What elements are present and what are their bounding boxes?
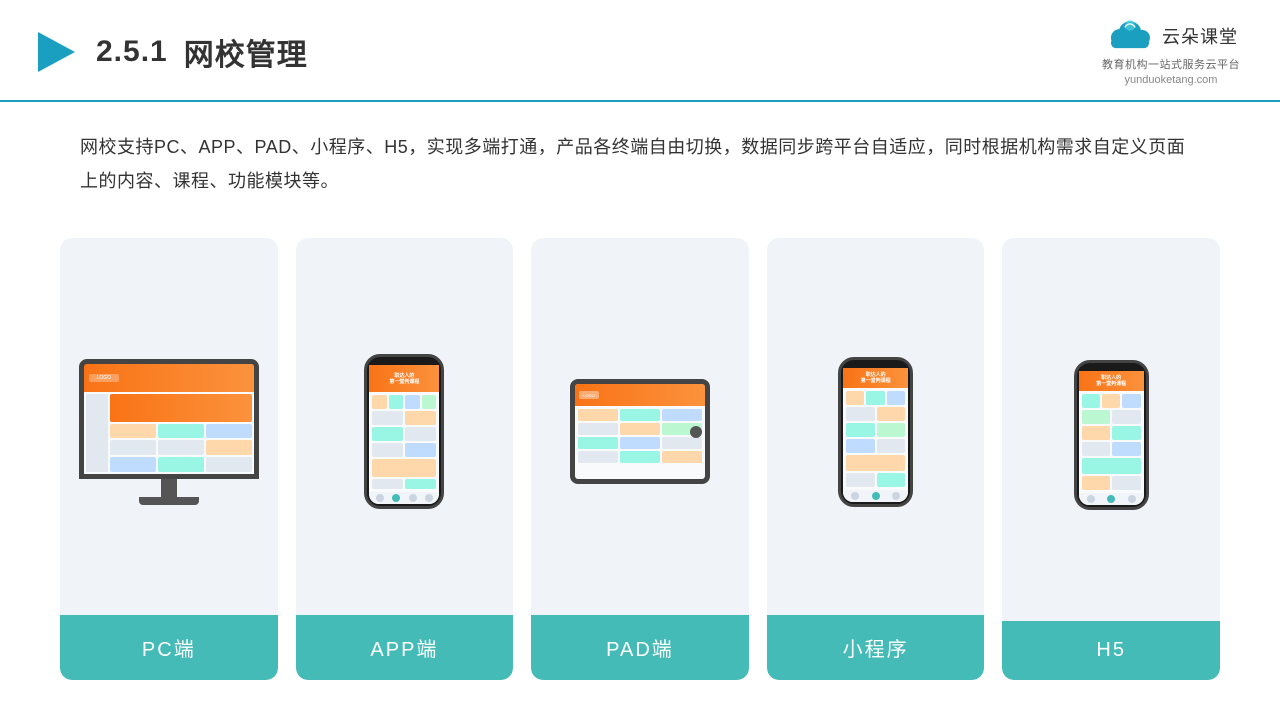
page-title: 2.5.1	[96, 35, 168, 69]
header: 2.5.1 网校管理 云朵课堂 教育机构一站式服务云平台 yunduoketan…	[0, 0, 1280, 102]
monitor-screen: LOGO	[84, 364, 254, 474]
brand-name: 云朵课堂	[1162, 23, 1238, 49]
miniprogram-label: 小程序	[767, 615, 985, 680]
page-title-cn: 网校管理	[184, 30, 308, 74]
description-section: 网校支持PC、APP、PAD、小程序、H5，实现多端打通，产品各终端自由切换，数…	[0, 102, 1280, 208]
brand-logo: 云朵课堂	[1104, 18, 1238, 54]
card-pc: LOGO	[60, 238, 278, 680]
header-left: 2.5.1 网校管理	[30, 27, 308, 77]
logo-arrow-icon	[30, 27, 80, 77]
cloud-icon	[1104, 18, 1156, 54]
brand-area: 云朵课堂 教育机构一站式服务云平台 yunduoketang.com	[1102, 18, 1240, 86]
app-image-area: 职达人的第一堂判课程	[296, 238, 514, 615]
monitor: LOGO	[79, 359, 259, 479]
pc-label: PC端	[60, 615, 278, 680]
description-text: 网校支持PC、APP、PAD、小程序、H5，实现多端打通，产品各终端自由切换，数…	[80, 130, 1200, 198]
page-container: 2.5.1 网校管理 云朵课堂 教育机构一站式服务云平台 yunduoketan…	[0, 0, 1280, 720]
app-label: APP端	[296, 615, 514, 680]
pad-label: PAD端	[531, 615, 749, 680]
phone-mockup-mini: 职达人的第一堂判课程	[838, 357, 913, 507]
phone-mockup-h5: 职达人的第一堂判课程	[1074, 360, 1149, 510]
brand-url: yunduoketang.com	[1125, 74, 1218, 86]
cards-section: LOGO	[0, 208, 1280, 720]
tablet-mockup: LOGO	[570, 379, 710, 484]
miniprogram-image-area: 职达人的第一堂判课程	[767, 238, 985, 615]
card-pad: LOGO	[531, 238, 749, 680]
pc-image-area: LOGO	[60, 238, 278, 615]
h5-image-area: 职达人的第一堂判课程	[1002, 238, 1220, 621]
card-miniprogram: 职达人的第一堂判课程	[767, 238, 985, 680]
phone-mockup-app: 职达人的第一堂判课程	[364, 354, 444, 509]
brand-tagline: 教育机构一站式服务云平台	[1102, 56, 1240, 72]
pc-mockup: LOGO	[79, 359, 259, 505]
h5-label: H5	[1002, 621, 1220, 680]
card-h5: 职达人的第一堂判课程	[1002, 238, 1220, 680]
pad-image-area: LOGO	[531, 238, 749, 615]
card-app: 职达人的第一堂判课程	[296, 238, 514, 680]
